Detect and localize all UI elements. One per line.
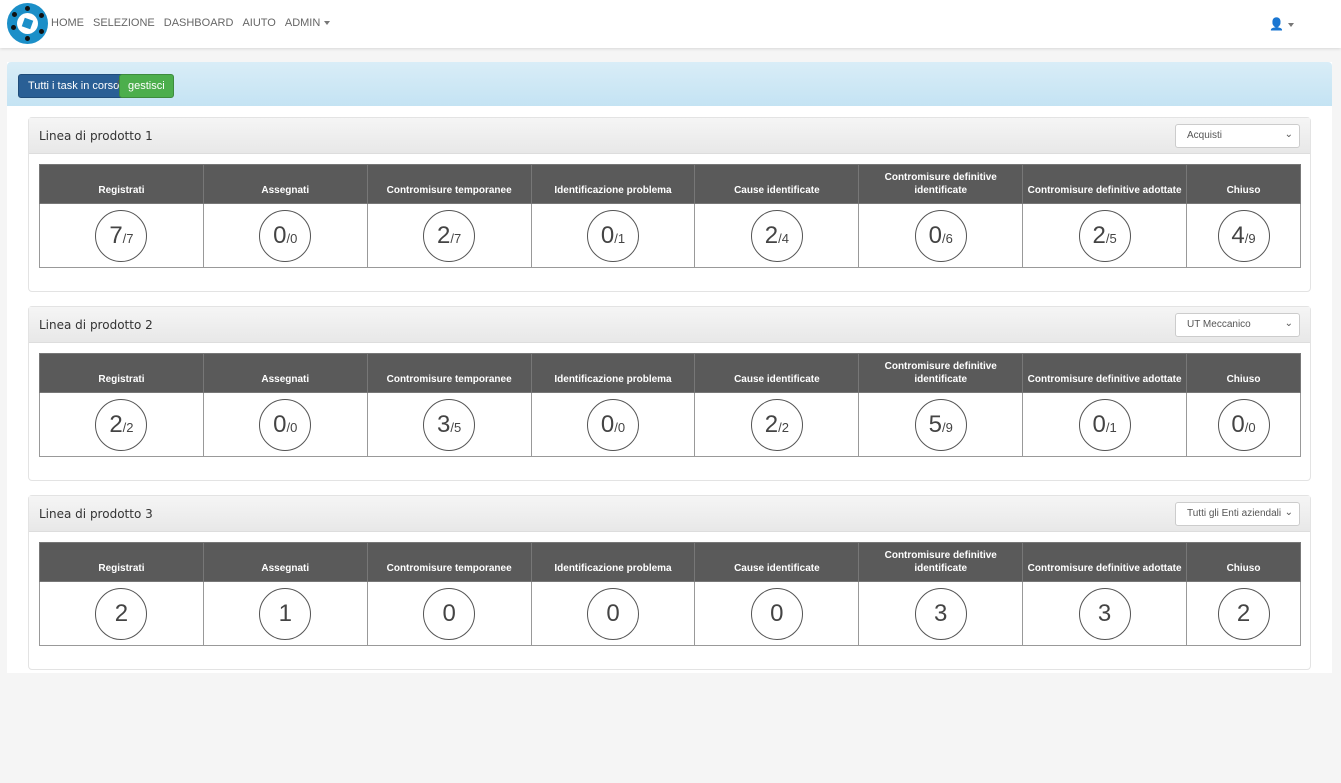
column-header: Contromisure definitive adottate bbox=[1022, 164, 1188, 204]
status-count[interactable]: 2/7 bbox=[423, 209, 476, 262]
product-line-panel: Linea di prodotto 2 UT Meccanico ⌄ Regist… bbox=[28, 306, 1311, 481]
all-tasks-button[interactable]: Tutti i task in corso bbox=[18, 74, 130, 98]
column-header: Registrati bbox=[39, 353, 204, 393]
caret-down-icon bbox=[324, 21, 331, 26]
status-count[interactable]: 0 bbox=[587, 587, 639, 640]
column-header: Contromisure definitive identificate bbox=[858, 542, 1024, 582]
status-count[interactable]: 3 bbox=[1078, 587, 1131, 640]
status-count[interactable]: 3/5 bbox=[423, 398, 476, 451]
status-count[interactable]: 0/0 bbox=[259, 209, 312, 262]
status-table: Registrati Assegnati Contromisure temporan… bbox=[39, 164, 1301, 268]
column-header: Chiuso bbox=[1186, 164, 1301, 204]
main-container: Tutti i task in corso / gestisci Linea d… bbox=[7, 62, 1332, 673]
breadcrumb: Tutti i task in corso / gestisci bbox=[7, 62, 1332, 106]
panel-title: Linea di prodotto 1 bbox=[39, 129, 153, 143]
column-header: Assegnati bbox=[202, 542, 368, 582]
manage-button[interactable]: gestisci bbox=[119, 74, 174, 98]
panel-title: Linea di prodotto 3 bbox=[39, 507, 153, 521]
column-header: Contromisure definitive identificate bbox=[858, 164, 1024, 204]
department-select[interactable]: UT Meccanico ⌄ bbox=[1175, 313, 1300, 337]
user-icon: 👤 bbox=[1269, 17, 1284, 31]
column-header: Contromisure temporanee bbox=[366, 353, 532, 393]
status-count[interactable]: 0/1 bbox=[587, 209, 639, 262]
logo[interactable] bbox=[7, 3, 48, 44]
table-row: 2 1 0 0 0 3 3 2 bbox=[39, 581, 1301, 646]
chevron-down-icon: ⌄ bbox=[1284, 507, 1293, 518]
status-count[interactable]: 0/0 bbox=[1217, 398, 1270, 451]
column-header: Cause identificate bbox=[694, 542, 860, 582]
column-header: Chiuso bbox=[1186, 353, 1301, 393]
column-header: Identificazione problema bbox=[530, 542, 696, 582]
column-header: Cause identificate bbox=[694, 164, 860, 204]
nav-aiuto[interactable]: AIUTO bbox=[242, 17, 275, 29]
column-header: Identificazione problema bbox=[530, 164, 696, 204]
product-line-panel: Linea di prodotto 1 Acquisti ⌄ Registrati… bbox=[28, 117, 1311, 292]
navbar: HOME SELEZIONE DASHBOARD AIUTO ADMIN 👤 bbox=[0, 0, 1341, 48]
status-count[interactable]: 1 bbox=[259, 587, 312, 640]
status-count[interactable]: 7/7 bbox=[95, 209, 148, 262]
status-count[interactable]: 3 bbox=[914, 587, 967, 640]
department-select[interactable]: Acquisti ⌄ bbox=[1175, 124, 1300, 148]
status-table: Registrati Assegnati Contromisure temporan… bbox=[39, 353, 1301, 457]
chevron-down-icon: ⌄ bbox=[1284, 318, 1293, 329]
status-count[interactable]: 2/2 bbox=[95, 398, 148, 451]
chevron-down-icon: ⌄ bbox=[1284, 129, 1293, 140]
column-header: Registrati bbox=[39, 164, 204, 204]
status-count[interactable]: 2/4 bbox=[750, 209, 803, 262]
status-table: Registrati Assegnati Contromisure temporan… bbox=[39, 542, 1301, 646]
column-header: Contromisure temporanee bbox=[366, 542, 532, 582]
column-header: Contromisure definitive adottate bbox=[1022, 353, 1188, 393]
caret-down-icon bbox=[1287, 22, 1294, 27]
status-count[interactable]: 2/5 bbox=[1078, 209, 1131, 262]
status-count[interactable]: 2 bbox=[95, 587, 148, 640]
column-header: Registrati bbox=[39, 542, 204, 582]
column-header: Assegnati bbox=[202, 164, 368, 204]
status-count[interactable]: 0 bbox=[423, 587, 476, 640]
status-count[interactable]: 0/1 bbox=[1078, 398, 1131, 451]
status-count[interactable]: 0/0 bbox=[259, 398, 312, 451]
column-header: Contromisure definitive identificate bbox=[858, 353, 1024, 393]
nav-admin[interactable]: ADMIN bbox=[285, 17, 331, 29]
user-menu[interactable]: 👤 bbox=[1269, 17, 1294, 31]
status-count[interactable]: 5/9 bbox=[914, 398, 967, 451]
column-header: Contromisure temporanee bbox=[366, 164, 532, 204]
product-line-panel: Linea di prodotto 3 Tutti gli Enti azien… bbox=[28, 495, 1311, 670]
nav-selezione[interactable]: SELEZIONE bbox=[93, 17, 155, 29]
status-count[interactable]: 0/6 bbox=[914, 209, 967, 262]
table-row: 7/7 0/0 2/7 0/1 2/4 0/6 2/5 4/9 bbox=[39, 203, 1301, 268]
status-count[interactable]: 2/2 bbox=[750, 398, 803, 451]
panel-title: Linea di prodotto 2 bbox=[39, 318, 153, 332]
status-count[interactable]: 4/9 bbox=[1217, 209, 1270, 262]
status-count[interactable]: 0/0 bbox=[587, 398, 639, 451]
column-header: Identificazione problema bbox=[530, 353, 696, 393]
department-select[interactable]: Tutti gli Enti aziendali ⌄ bbox=[1175, 502, 1300, 526]
column-header: Chiuso bbox=[1186, 542, 1301, 582]
table-row: 2/2 0/0 3/5 0/0 2/2 5/9 0/1 0/0 bbox=[39, 392, 1301, 457]
nav-home[interactable]: HOME bbox=[51, 17, 84, 29]
status-count[interactable]: 2 bbox=[1217, 587, 1270, 640]
nav-dashboard[interactable]: DASHBOARD bbox=[164, 17, 234, 29]
column-header: Contromisure definitive adottate bbox=[1022, 542, 1188, 582]
status-count[interactable]: 0 bbox=[750, 587, 803, 640]
column-header: Assegnati bbox=[202, 353, 368, 393]
column-header: Cause identificate bbox=[694, 353, 860, 393]
